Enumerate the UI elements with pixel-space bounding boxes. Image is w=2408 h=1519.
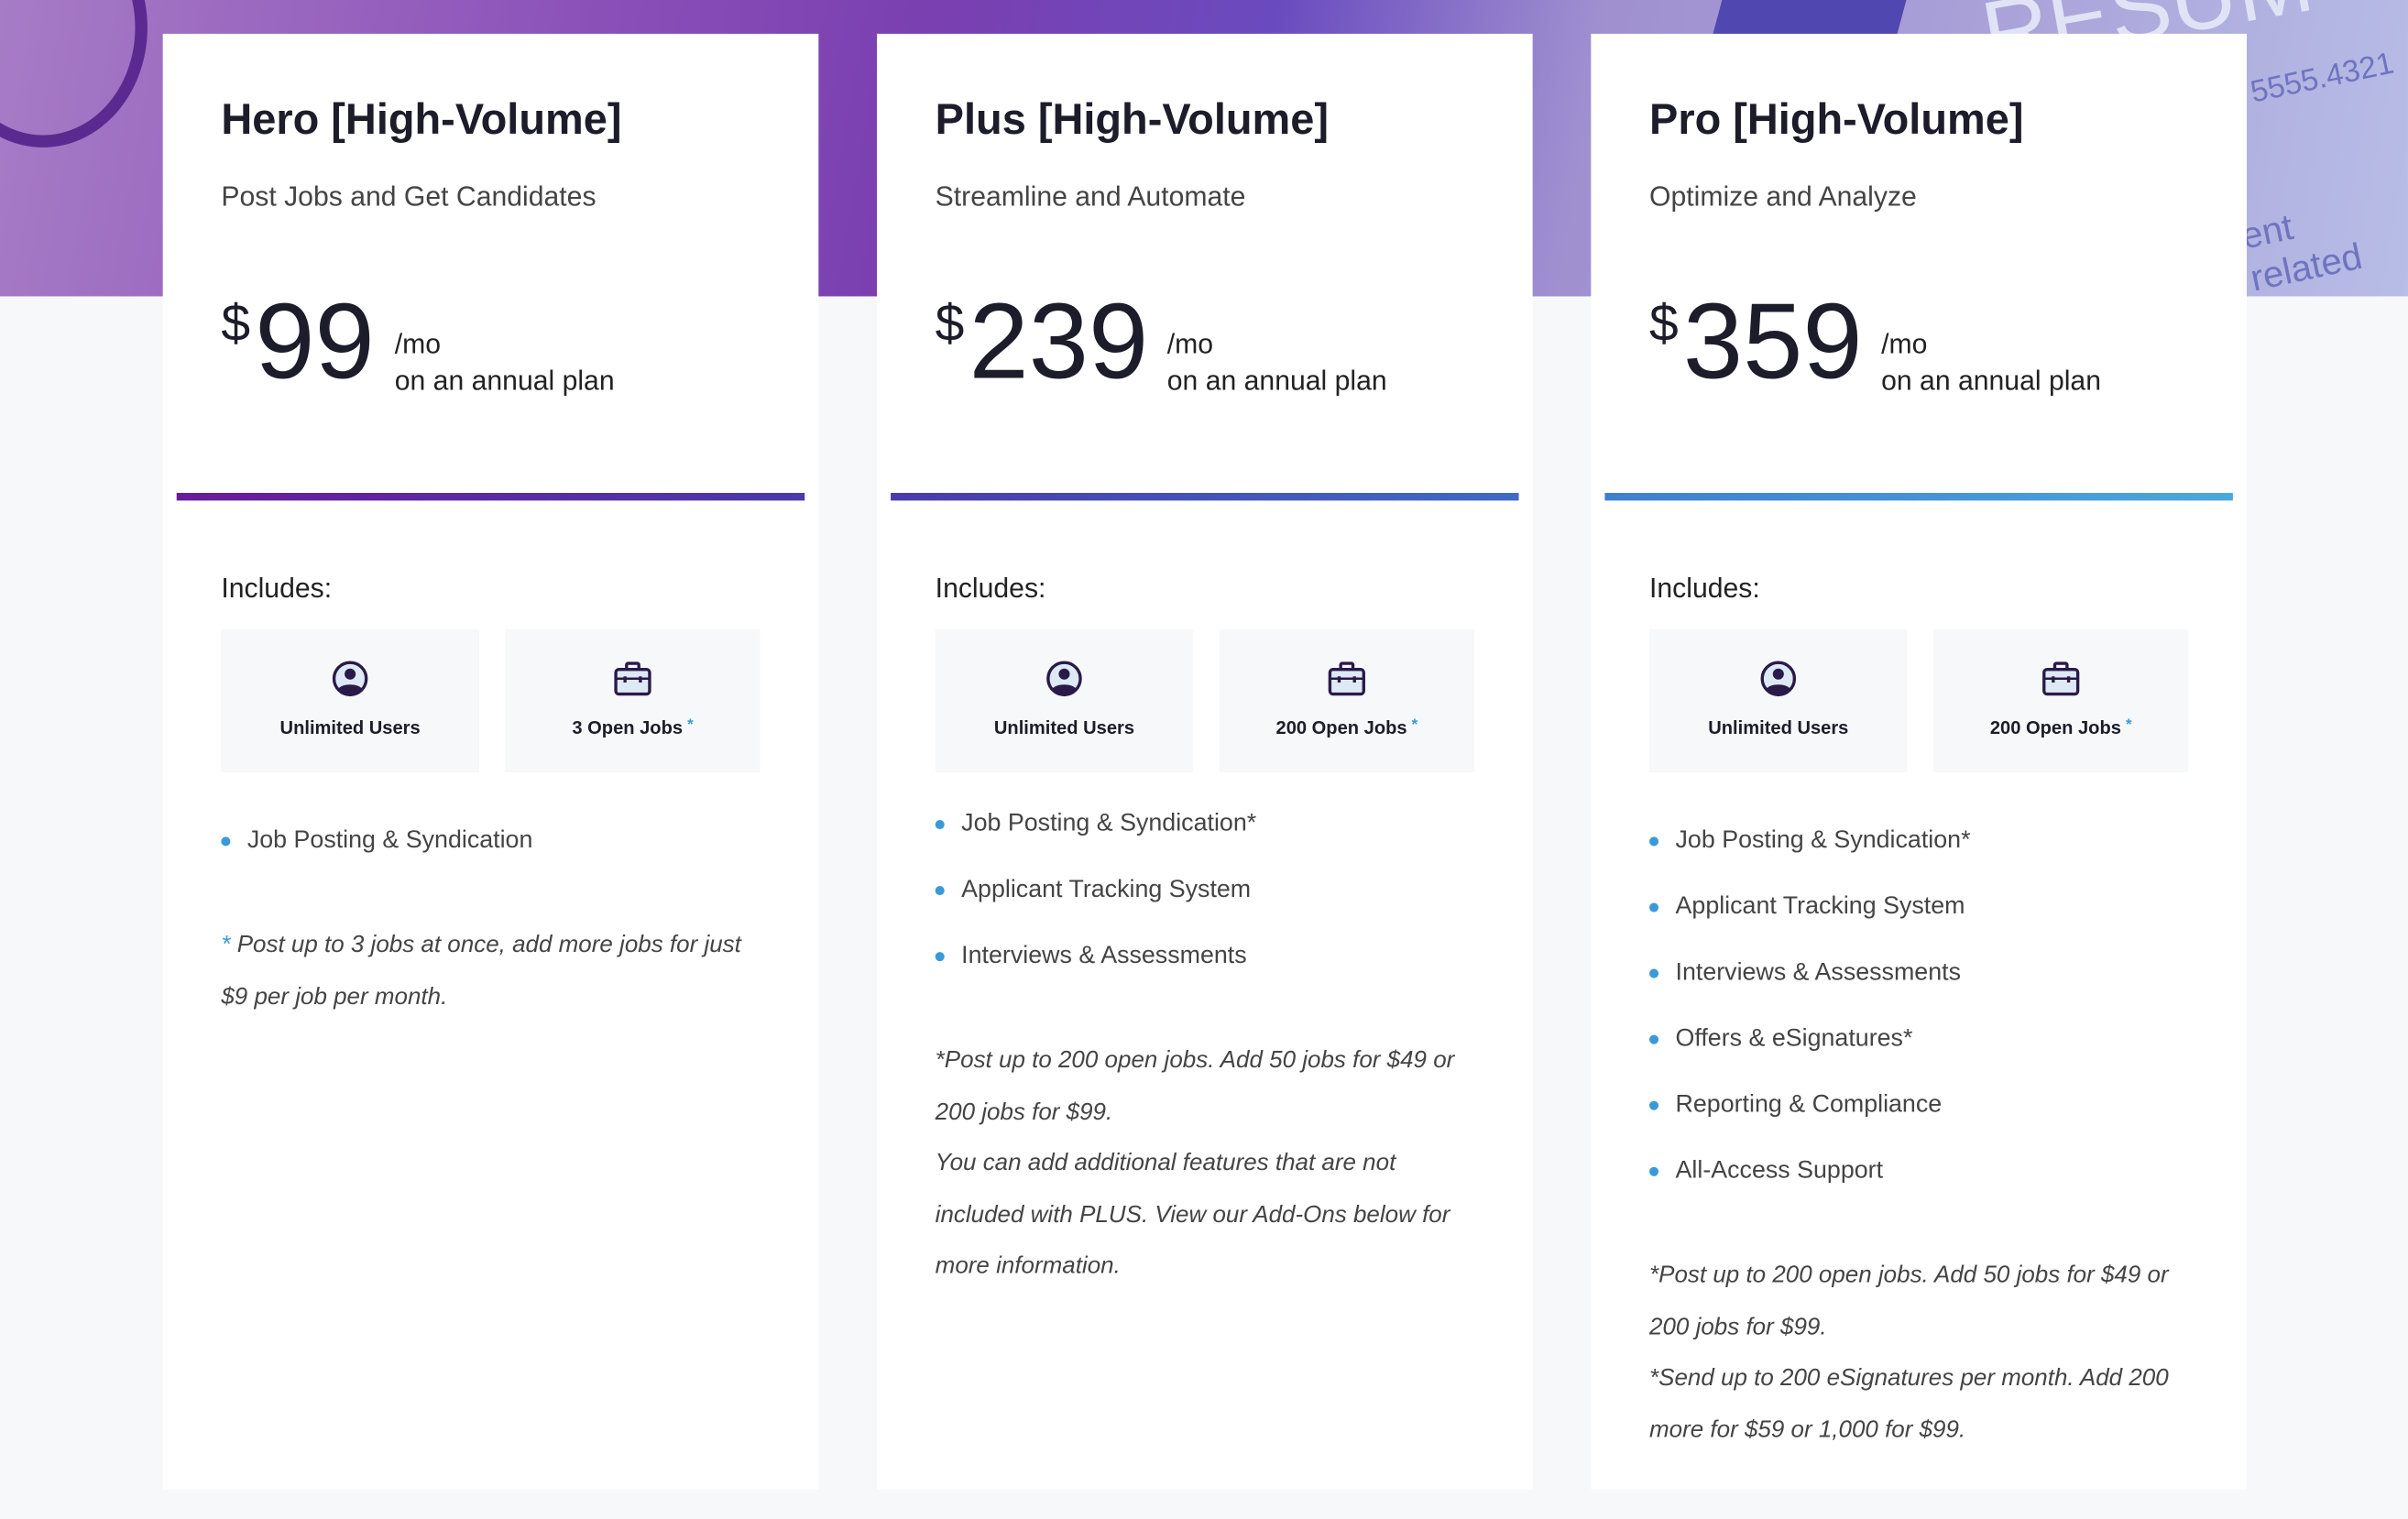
include-label: Unlimited Users bbox=[1708, 716, 1849, 739]
footnote-text: *Post up to 200 open jobs. Add 50 jobs f… bbox=[935, 1047, 1455, 1125]
background-text: ent related bbox=[2238, 206, 2366, 297]
include-label: 200 Open Jobs bbox=[1275, 716, 1407, 739]
feature-list: Job Posting & Syndication* Applicant Trac… bbox=[935, 809, 1256, 1007]
feature-list: Job Posting & Syndication bbox=[221, 826, 532, 892]
include-box: 200 Open Jobs * bbox=[1219, 629, 1474, 773]
currency-symbol: $ bbox=[935, 294, 965, 354]
include-box: Unlimited Users bbox=[1649, 629, 1908, 773]
user-circle-icon bbox=[1760, 661, 1797, 705]
price-amount: 359 bbox=[1682, 280, 1863, 401]
footnote-text: *Send up to 200 eSignatures per month. A… bbox=[1649, 1364, 2169, 1443]
footnote: * Post up to 3 jobs at once, add more jo… bbox=[221, 920, 773, 1022]
footnote-line: *Send up to 200 eSignatures per month. A… bbox=[1649, 1353, 2202, 1456]
plan-title: Plus [High-Volume] bbox=[935, 94, 1330, 143]
feature-item: Reporting & Compliance bbox=[1649, 1090, 1970, 1156]
plan-title: Pro [High-Volume] bbox=[1649, 94, 2024, 143]
footnote-text: Post up to 3 jobs at once, add more jobs… bbox=[221, 932, 741, 1010]
plan-subtitle: Streamline and Automate bbox=[935, 180, 1246, 213]
footnote-line: *Post up to 200 open jobs. Add 50 jobs f… bbox=[936, 1035, 1488, 1138]
feature-item: Job Posting & Syndication* bbox=[935, 809, 1256, 875]
briefcase-icon bbox=[1327, 661, 1367, 705]
footnote-text: *Post up to 200 open jobs. Add 50 jobs f… bbox=[1649, 1262, 2169, 1340]
briefcase-icon bbox=[2041, 661, 2081, 705]
user-circle-icon bbox=[1045, 661, 1082, 705]
footnote-line: * Post up to 3 jobs at once, add more jo… bbox=[221, 920, 773, 1022]
feature-item: Job Posting & Syndication* bbox=[1649, 826, 1971, 892]
plan-card: Pro [High-Volume] Optimize and Analyze $… bbox=[1591, 33, 2247, 1490]
asterisk: * bbox=[221, 932, 231, 958]
user-circle-icon bbox=[332, 661, 368, 705]
billing-term: on an annual plan bbox=[1166, 365, 1387, 397]
plan-title: Hero [High-Volume] bbox=[221, 94, 622, 143]
price-amount: 99 bbox=[255, 280, 375, 401]
per-month: /mo bbox=[1166, 328, 1214, 360]
plan-subtitle: Post Jobs and Get Candidates bbox=[221, 180, 597, 213]
currency-symbol: $ bbox=[221, 294, 251, 354]
pricing-page: 5555.4321 ent related RESUM Hero [High-V… bbox=[0, 0, 2408, 1519]
feature-item: Applicant Tracking System bbox=[935, 875, 1256, 941]
price-period: /mo on an annual plan bbox=[1167, 325, 1387, 399]
asterisk: * bbox=[1411, 716, 1418, 735]
feature-item: Interviews & Assessments bbox=[935, 941, 1256, 1007]
include-box: 200 Open Jobs * bbox=[1933, 629, 2189, 773]
plan-card: Hero [High-Volume] Post Jobs and Get Can… bbox=[162, 33, 819, 1490]
per-month: /mo bbox=[394, 328, 442, 360]
currency-symbol: $ bbox=[1649, 294, 1679, 354]
billing-term: on an annual plan bbox=[1881, 365, 2102, 397]
feature-list: Job Posting & Syndication* Applicant Trac… bbox=[1649, 826, 1971, 1222]
price-amount: 239 bbox=[969, 280, 1149, 401]
decorative-shape bbox=[0, 0, 148, 148]
include-box: Unlimited Users bbox=[221, 629, 479, 773]
feature-item: Offers & eSignatures* bbox=[1649, 1024, 1970, 1090]
briefcase-icon bbox=[613, 661, 653, 705]
include-label: 3 Open Jobs bbox=[572, 716, 684, 739]
footnote-text: You can add additional features that are… bbox=[935, 1150, 1450, 1280]
include-box: Unlimited Users bbox=[935, 629, 1194, 773]
feature-item: All-Access Support bbox=[1649, 1156, 1970, 1222]
includes-heading: Includes: bbox=[1649, 573, 1760, 604]
billing-term: on an annual plan bbox=[394, 365, 615, 397]
footnote: *Post up to 200 open jobs. Add 50 jobs f… bbox=[1649, 1250, 2202, 1456]
include-box: 3 Open Jobs * bbox=[505, 629, 761, 773]
feature-item: Job Posting & Syndication bbox=[221, 826, 532, 892]
feature-item: Interviews & Assessments bbox=[1649, 958, 1970, 1024]
include-label: 200 Open Jobs bbox=[1989, 716, 2121, 739]
plan-card: Plus [High-Volume] Streamline and Automa… bbox=[876, 33, 1533, 1490]
per-month: /mo bbox=[1881, 328, 1928, 360]
price-period: /mo on an annual plan bbox=[395, 325, 615, 399]
background-text: 5555.4321 bbox=[2248, 46, 2397, 111]
includes-heading: Includes: bbox=[935, 573, 1046, 604]
feature-item: Applicant Tracking System bbox=[1649, 892, 1970, 958]
plan-accent-bar bbox=[176, 492, 805, 501]
footnote-line: You can add additional features that are… bbox=[936, 1138, 1488, 1292]
includes-heading: Includes: bbox=[221, 573, 333, 604]
include-label: Unlimited Users bbox=[279, 716, 421, 739]
price-period: /mo on an annual plan bbox=[1881, 325, 2101, 399]
plan-subtitle: Optimize and Analyze bbox=[1649, 180, 1917, 213]
footnote: *Post up to 200 open jobs. Add 50 jobs f… bbox=[936, 1035, 1488, 1293]
plan-accent-bar bbox=[891, 492, 1519, 501]
include-label: Unlimited Users bbox=[993, 716, 1135, 739]
plan-accent-bar bbox=[1604, 492, 2233, 501]
footnote-line: *Post up to 200 open jobs. Add 50 jobs f… bbox=[1649, 1250, 2202, 1352]
asterisk: * bbox=[2125, 716, 2132, 735]
asterisk: * bbox=[687, 716, 694, 735]
